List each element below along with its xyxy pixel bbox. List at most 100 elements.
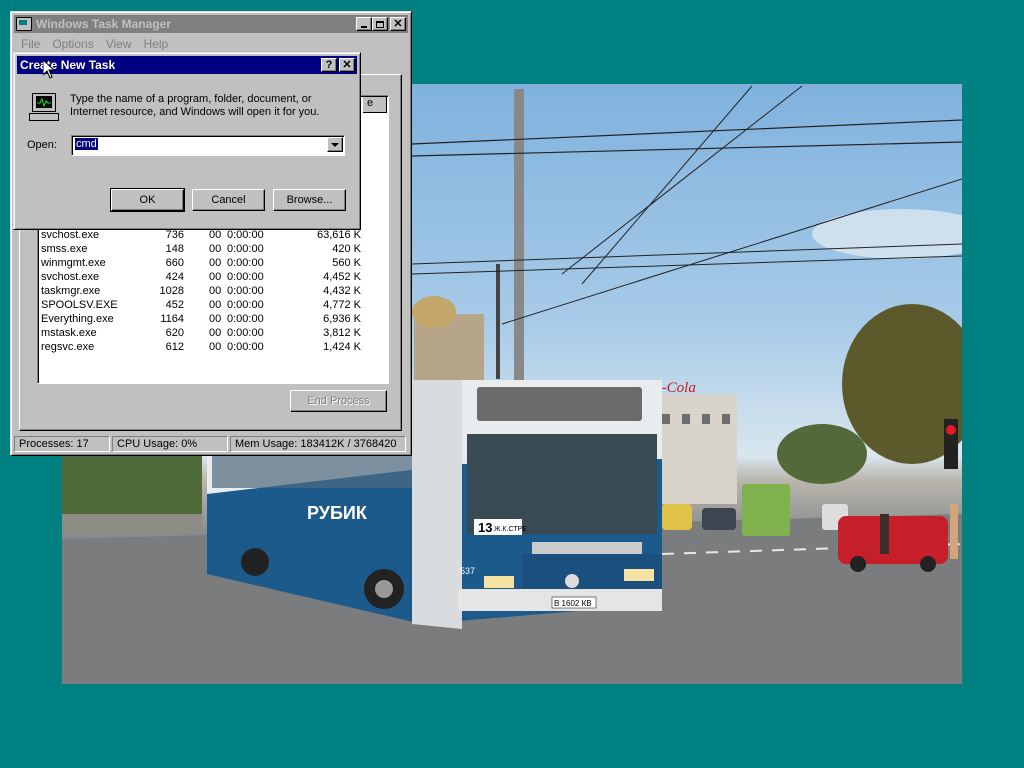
maximize-icon xyxy=(376,20,384,28)
process-pid: 620 xyxy=(165,327,184,339)
process-row[interactable]: svchost.exe 736 00 0:00:00 63,616 K xyxy=(41,229,381,243)
browse-button[interactable]: Browse... xyxy=(273,189,346,211)
bus-ad-text: РУБИК xyxy=(307,503,368,523)
process-mem: 3,812 K xyxy=(323,327,361,339)
process-name: Everything.exe xyxy=(41,313,114,325)
process-row[interactable]: taskmgr.exe 1028 00 0:00:00 4,432 K xyxy=(41,285,381,299)
process-mem: 6,936 K xyxy=(323,313,361,325)
process-cpu: 00 xyxy=(209,285,222,297)
process-cpu-time: 0:00:00 xyxy=(227,299,264,311)
cancel-button[interactable]: Cancel xyxy=(192,189,265,211)
process-row[interactable]: winmgmt.exe 660 00 0:00:00 560 K xyxy=(41,257,381,271)
process-mem: 63,616 K xyxy=(316,229,361,241)
process-pid: 1164 xyxy=(160,313,184,325)
process-name: smss.exe xyxy=(41,243,88,255)
process-name: svchost.exe xyxy=(41,271,100,283)
process-cpu-time: 0:00:00 xyxy=(227,257,264,269)
process-mem: 560 K xyxy=(332,257,361,269)
menu-help[interactable]: Help xyxy=(138,35,175,53)
dialog-titlebar[interactable]: Create New Task ? ✕ xyxy=(17,56,357,74)
open-label: Open: xyxy=(27,139,57,151)
maximize-button[interactable] xyxy=(372,17,388,31)
process-cpu: 00 xyxy=(209,341,222,353)
task-manager-title: Windows Task Manager xyxy=(36,17,172,31)
process-mem: 1,424 K xyxy=(323,341,361,353)
process-pid: 736 xyxy=(165,229,184,241)
process-name: SPOOLSV.EXE xyxy=(41,299,118,311)
process-row[interactable]: smss.exe 148 00 0:00:00 420 K xyxy=(41,243,381,257)
menu-bar: File Options View Help xyxy=(15,35,174,53)
status-processes: Processes: 17 xyxy=(14,436,110,452)
process-name: taskmgr.exe xyxy=(41,285,101,297)
help-icon: ? xyxy=(325,58,333,71)
process-cpu-time: 0:00:00 xyxy=(227,341,264,353)
process-row[interactable]: svchost.exe 424 00 0:00:00 4,452 K xyxy=(41,271,381,285)
process-row[interactable]: mstask.exe 620 00 0:00:00 3,812 K xyxy=(41,327,381,341)
help-button[interactable]: ? xyxy=(321,58,337,72)
process-cpu: 00 xyxy=(209,299,222,311)
bus-route-sign: 13 xyxy=(478,520,492,535)
process-cpu-time: 0:00:00 xyxy=(227,243,264,255)
task-manager-titlebar[interactable]: Windows Task Manager ✕ xyxy=(14,15,408,33)
process-cpu: 00 xyxy=(209,313,222,325)
ok-label: OK xyxy=(139,194,156,206)
process-name: regsvc.exe xyxy=(41,341,95,353)
menu-file[interactable]: File xyxy=(15,35,46,53)
process-mem: 4,772 K xyxy=(323,299,361,311)
process-row[interactable]: Everything.exe 1164 00 0:00:00 6,936 K xyxy=(41,313,381,327)
dialog-close-button[interactable]: ✕ xyxy=(339,58,355,72)
process-name: mstask.exe xyxy=(41,327,97,339)
process-pid: 148 xyxy=(165,243,184,255)
close-icon: ✕ xyxy=(342,58,352,71)
ok-button[interactable]: OK xyxy=(110,188,185,212)
chevron-down-icon xyxy=(331,142,339,147)
menu-view[interactable]: View xyxy=(100,35,138,53)
task-manager-app-icon xyxy=(16,17,32,31)
status-cpu-usage: CPU Usage: 0% xyxy=(112,436,228,452)
process-pid: 660 xyxy=(165,257,184,269)
process-mem: 4,432 K xyxy=(323,285,361,297)
column-header-partial[interactable]: e xyxy=(363,97,387,113)
process-cpu-time: 0:00:00 xyxy=(227,327,264,339)
process-cpu: 00 xyxy=(209,243,222,255)
process-cpu: 00 xyxy=(209,271,222,283)
cancel-label: Cancel xyxy=(211,194,246,206)
close-button[interactable]: ✕ xyxy=(390,17,406,31)
create-new-task-dialog: Create New Task ? ✕ Type the name of a p… xyxy=(13,52,361,230)
bus-number: 537 xyxy=(460,566,475,576)
process-cpu-time: 0:00:00 xyxy=(227,313,264,325)
dialog-description: Type the name of a program, folder, docu… xyxy=(70,93,320,118)
process-pid: 424 xyxy=(165,271,184,283)
end-process-button[interactable]: End Process xyxy=(290,390,387,412)
process-mem: 420 K xyxy=(332,243,361,255)
status-mem-usage: Mem Usage: 183412K / 3768420 xyxy=(230,436,406,452)
process-cpu: 00 xyxy=(209,229,222,241)
process-row[interactable]: SPOOLSV.EXE 452 00 0:00:00 4,772 K xyxy=(41,299,381,313)
open-input[interactable]: cmd xyxy=(74,137,99,152)
process-name: winmgmt.exe xyxy=(41,257,106,269)
process-mem: 4,452 K xyxy=(323,271,361,283)
process-cpu: 00 xyxy=(209,327,222,339)
menu-options[interactable]: Options xyxy=(46,35,99,53)
process-pid: 1028 xyxy=(159,285,184,297)
dialog-title: Create New Task xyxy=(20,58,116,72)
minimize-icon xyxy=(361,26,367,28)
column-header-partial-label: e xyxy=(367,97,374,109)
run-computer-icon xyxy=(29,91,61,123)
open-dropdown-button[interactable] xyxy=(327,137,343,152)
open-combobox[interactable]: cmd xyxy=(71,135,345,156)
process-cpu-time: 0:00:00 xyxy=(227,229,264,241)
process-cpu: 00 xyxy=(209,257,222,269)
bus-plate: В 1602 КВ xyxy=(554,599,592,608)
end-process-label: End Process xyxy=(307,395,370,407)
process-name: svchost.exe xyxy=(41,229,100,241)
close-icon: ✕ xyxy=(393,17,403,30)
open-input-value: cmd xyxy=(74,137,99,151)
mouse-cursor-icon xyxy=(43,60,55,79)
process-pid: 452 xyxy=(165,299,184,311)
browse-label: Browse... xyxy=(286,194,333,206)
bus-route-destination: Ж.К.СТРЕ xyxy=(494,526,527,533)
minimize-button[interactable] xyxy=(356,17,372,31)
process-row[interactable]: regsvc.exe 612 00 0:00:00 1,424 K xyxy=(41,341,381,355)
process-cpu-time: 0:00:00 xyxy=(227,271,264,283)
